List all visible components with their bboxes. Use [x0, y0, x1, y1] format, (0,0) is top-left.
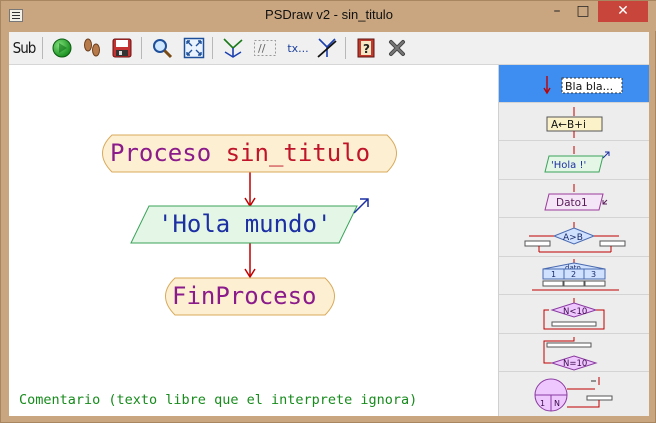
comments-icon: // — [254, 40, 276, 56]
start-node[interactable]: Proceso sin_titulo — [102, 134, 397, 173]
palette-item-comment[interactable]: Bla bla... — [499, 65, 649, 103]
comment-text[interactable]: Comentario (texto libre que el interpret… — [19, 392, 417, 408]
maximize-button[interactable]: □ — [570, 1, 596, 22]
help-book-icon: ? — [357, 38, 375, 58]
help-button[interactable]: ? — [353, 35, 379, 61]
svg-text:1: 1 — [551, 270, 556, 279]
flowchart: Proceso sin_titulo 'Hola mundo' FinProce… — [102, 134, 397, 316]
palette-item-write[interactable]: 'Hola !' — [499, 142, 649, 180]
svg-text:N: N — [554, 399, 560, 408]
save-button[interactable] — [109, 35, 135, 61]
play-icon — [52, 38, 72, 58]
svg-text:'Hola !': 'Hola !' — [551, 160, 586, 171]
svg-text:2: 2 — [571, 270, 576, 279]
toolbar: Sub // tx... ? — [9, 32, 649, 65]
toggle-comments-button[interactable]: // — [252, 35, 278, 61]
close-window-button[interactable]: ✕ — [598, 1, 648, 22]
process-name: sin_titulo — [226, 139, 371, 167]
svg-text:Dato1: Dato1 — [556, 197, 588, 209]
write-node[interactable]: 'Hola mundo' — [130, 198, 369, 244]
svg-text:N<10: N<10 — [563, 307, 587, 317]
shape-palette: Bla bla... A←B+i 'Hola !' Dato1 A>B dato… — [498, 65, 649, 416]
svg-text://: // — [258, 42, 266, 55]
for-shape-icon: 1 N — [534, 377, 613, 412]
svg-text:1: 1 — [540, 399, 545, 408]
output-text: 'Hola mundo' — [158, 210, 331, 238]
sub-text-icon: Sub — [12, 39, 37, 57]
run-button[interactable] — [49, 35, 75, 61]
palette-item-switch[interactable]: dato 1 2 3 — [499, 257, 649, 295]
svg-text:Bla bla...: Bla bla... — [565, 80, 613, 93]
fit-screen-icon — [183, 37, 205, 59]
svg-text:?: ? — [363, 42, 370, 56]
palette-item-for[interactable]: 1 N — [499, 373, 649, 416]
toolbar-separator — [42, 37, 43, 59]
keyword-proceso: Proceso — [110, 139, 211, 167]
comment-shape-icon: Bla bla... — [543, 76, 623, 95]
switch-shape-icon: dato 1 2 3 — [532, 259, 619, 291]
svg-text:Proceso sin_titulo: Proceso sin_titulo — [110, 139, 370, 167]
svg-text:3: 3 — [591, 270, 596, 279]
palette-item-read[interactable]: Dato1 — [499, 180, 649, 218]
write-shape-icon: 'Hola !' — [544, 146, 610, 173]
palette-item-while[interactable]: N<10 — [499, 296, 649, 334]
repeat-shape-icon: N=10 — [543, 337, 598, 371]
arrows-icon — [223, 38, 243, 58]
text-icon: tx... — [287, 41, 309, 55]
toggle-arrows-button[interactable] — [220, 35, 246, 61]
style-button[interactable] — [314, 35, 340, 61]
end-node[interactable]: FinProceso — [165, 277, 335, 316]
toggle-text-button[interactable]: tx... — [283, 35, 313, 61]
end-label: FinProceso — [172, 282, 317, 310]
title-bar[interactable]: PSDraw v2 - sin_titulo – □ ✕ — [1, 1, 656, 31]
fit-button[interactable] — [181, 35, 207, 61]
read-shape-icon: Dato1 — [544, 184, 608, 211]
svg-text:A>B: A>B — [563, 233, 583, 243]
if-shape-icon: A>B — [524, 222, 626, 253]
footprints-icon — [84, 38, 100, 57]
toolbar-separator — [141, 37, 142, 59]
magnifier-icon — [153, 39, 173, 59]
zoom-button[interactable] — [149, 35, 175, 61]
step-button[interactable] — [79, 35, 105, 61]
diagram-canvas[interactable]: Proceso sin_titulo 'Hola mundo' FinProce… — [9, 65, 498, 416]
svg-text:A←B+i: A←B+i — [551, 119, 586, 131]
app-window: PSDraw v2 - sin_titulo – □ ✕ Sub // tx..… — [0, 0, 656, 423]
palette-item-repeat[interactable]: N=10 — [499, 334, 649, 372]
close-diagram-button[interactable] — [384, 35, 410, 61]
sub-button[interactable]: Sub — [11, 35, 37, 61]
palette-item-if[interactable]: A>B — [499, 219, 649, 257]
toolbar-separator — [345, 37, 346, 59]
minimize-button[interactable]: – — [544, 1, 570, 22]
save-icon — [112, 38, 132, 58]
palette-item-assign[interactable]: A←B+i — [499, 103, 649, 141]
close-x-icon — [389, 40, 405, 56]
toolbar-separator — [212, 37, 213, 59]
while-shape-icon: N<10 — [543, 298, 605, 330]
assign-shape-icon: A←B+i — [546, 107, 603, 138]
svg-text:N=10: N=10 — [563, 359, 587, 369]
style-icon — [317, 38, 337, 58]
